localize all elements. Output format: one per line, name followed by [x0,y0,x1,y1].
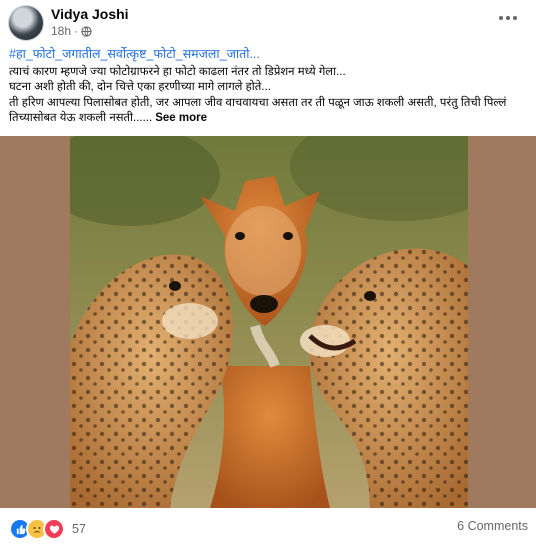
post-footer: 57 6 Comments [0,508,536,545]
post-photo[interactable] [0,136,536,508]
globe-icon [81,25,92,37]
post-header: Vidya Joshi 18h · [0,0,536,44]
comments-count-link[interactable]: 6 Comments [457,519,528,533]
post-text: #हा_फोटो_जगातील_सर्वोत्कृष्ट_फोटो_समजला_… [9,47,529,127]
post-line-1: त्याचं कारण म्हणजे ज्या फोटोग्राफरने हा … [9,65,346,78]
post-line-2: घटना अशी होती की, दोन चित्ते एका हरणीच्य… [9,81,271,93]
post-meta: 18h · [51,24,92,38]
reaction-count: 57 [72,522,86,536]
post-line-4: तिच्यासोबत येऊ शकली नसती...... See more [9,111,529,127]
avatar[interactable] [8,5,44,41]
more-horizontal-icon [499,16,503,20]
post-time[interactable]: 18h [51,24,71,38]
cheetahs-and-antelope-photo [70,136,468,508]
love-icon [43,518,65,540]
reaction-summary[interactable]: 57 [9,518,86,540]
see-more-link[interactable]: See more [155,112,207,124]
hashtag-link[interactable]: #हा_फोटो_जगातील_सर्वोत्कृष्ट_फोटो_समजला_… [9,47,529,63]
more-options-button[interactable] [494,8,522,28]
post-line-4-text: तिच्यासोबत येऊ शकली नसती...... [9,112,153,124]
author-name[interactable]: Vidya Joshi [51,6,129,22]
post-line-3: ती हरिण आपल्या पिलासोबत होती, जर आपला जी… [9,96,507,109]
